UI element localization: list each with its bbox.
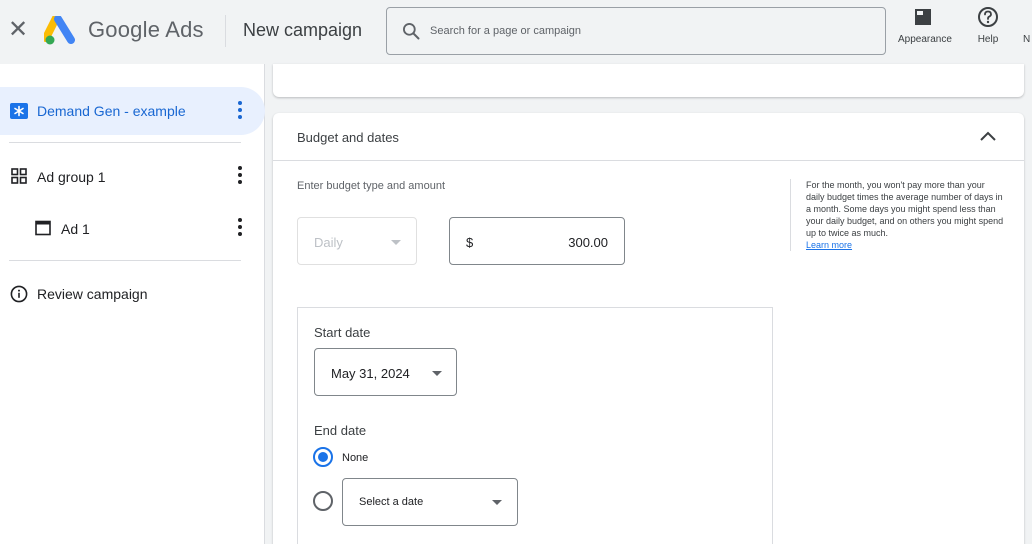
dropdown-arrow-icon	[492, 500, 502, 505]
previous-section-card	[273, 64, 1024, 97]
notifications-button-partial[interactable]: N	[1023, 31, 1030, 45]
divider	[9, 260, 241, 261]
end-date-none-label: None	[342, 452, 369, 464]
search-input[interactable]: Search for a page or campaign	[430, 25, 581, 37]
help-label: Help	[977, 34, 999, 45]
top-app-bar: ✕ Google Ads New campaign Search for a p…	[0, 0, 1032, 64]
help-button[interactable]: Help	[968, 6, 1008, 45]
more-options-icon[interactable]	[234, 218, 246, 238]
appearance-button[interactable]: Appearance	[898, 6, 952, 45]
ad-window-icon	[35, 220, 51, 236]
divider	[9, 142, 241, 143]
search-icon	[403, 23, 420, 40]
dropdown-arrow-icon	[391, 240, 401, 245]
sidebar-item-ad[interactable]: Ad 1	[0, 204, 265, 252]
more-options-icon[interactable]	[234, 101, 246, 121]
chevron-up-icon[interactable]	[979, 129, 997, 143]
end-date-select[interactable]: Select a date	[342, 478, 518, 526]
end-date-none-radio[interactable]	[313, 447, 333, 467]
help-icon	[978, 7, 998, 27]
end-date-placeholder: Select a date	[359, 496, 424, 508]
info-icon	[10, 285, 28, 303]
dropdown-arrow-icon	[432, 371, 442, 376]
budget-amount-field[interactable]: $ 300.00	[449, 217, 625, 265]
currency-symbol: $	[466, 235, 474, 250]
google-ads-logo-icon	[44, 16, 75, 45]
more-options-icon[interactable]	[234, 166, 246, 186]
panel-header[interactable]: Budget and dates	[273, 113, 1024, 161]
section-title: Budget and dates	[297, 130, 399, 145]
sidebar-item-label: Demand Gen - example	[37, 103, 186, 119]
end-date-custom-radio[interactable]	[313, 491, 333, 511]
search-box[interactable]: Search for a page or campaign	[386, 7, 886, 55]
start-date-label: Start date	[314, 325, 371, 340]
header-divider	[225, 15, 226, 47]
sidebar-item-ad-group[interactable]: Ad group 1	[0, 152, 265, 200]
budget-type-value: Daily	[314, 235, 343, 250]
campaign-nav-sidebar: Demand Gen - example Ad group 1 Ad 1 Rev…	[0, 64, 265, 544]
budget-dates-panel: Budget and dates Enter budget type and a…	[273, 113, 1024, 544]
sidebar-item-review-campaign[interactable]: Review campaign	[0, 269, 265, 317]
start-date-value: May 31, 2024	[331, 366, 410, 381]
budget-help-text: For the month, you won't pay more than y…	[790, 179, 1005, 251]
appearance-icon	[915, 9, 931, 25]
help-text: For the month, you won't pay more than y…	[806, 180, 1004, 238]
budget-amount-value[interactable]: 300.00	[568, 235, 608, 250]
sidebar-item-campaign[interactable]: Demand Gen - example	[0, 87, 265, 135]
product-name: Google Ads	[88, 17, 204, 42]
notifications-label: N	[1023, 34, 1031, 45]
campaign-star-icon	[10, 103, 28, 119]
appearance-label: Appearance	[898, 34, 952, 45]
page-title: New campaign	[243, 20, 363, 40]
budget-type-select[interactable]: Daily	[297, 217, 417, 265]
budget-type-label: Enter budget type and amount	[297, 180, 445, 192]
dates-box: Start date May 31, 2024 End date None Se…	[297, 307, 773, 544]
sidebar-item-label: Ad 1	[61, 221, 90, 237]
learn-more-link[interactable]: Learn more	[806, 239, 1005, 251]
end-date-label: End date	[314, 423, 367, 438]
grid-icon	[11, 168, 27, 184]
sidebar-item-label: Ad group 1	[37, 169, 106, 185]
close-icon[interactable]: ✕	[6, 18, 30, 42]
start-date-select[interactable]: May 31, 2024	[314, 348, 457, 396]
sidebar-item-label: Review campaign	[37, 286, 148, 302]
